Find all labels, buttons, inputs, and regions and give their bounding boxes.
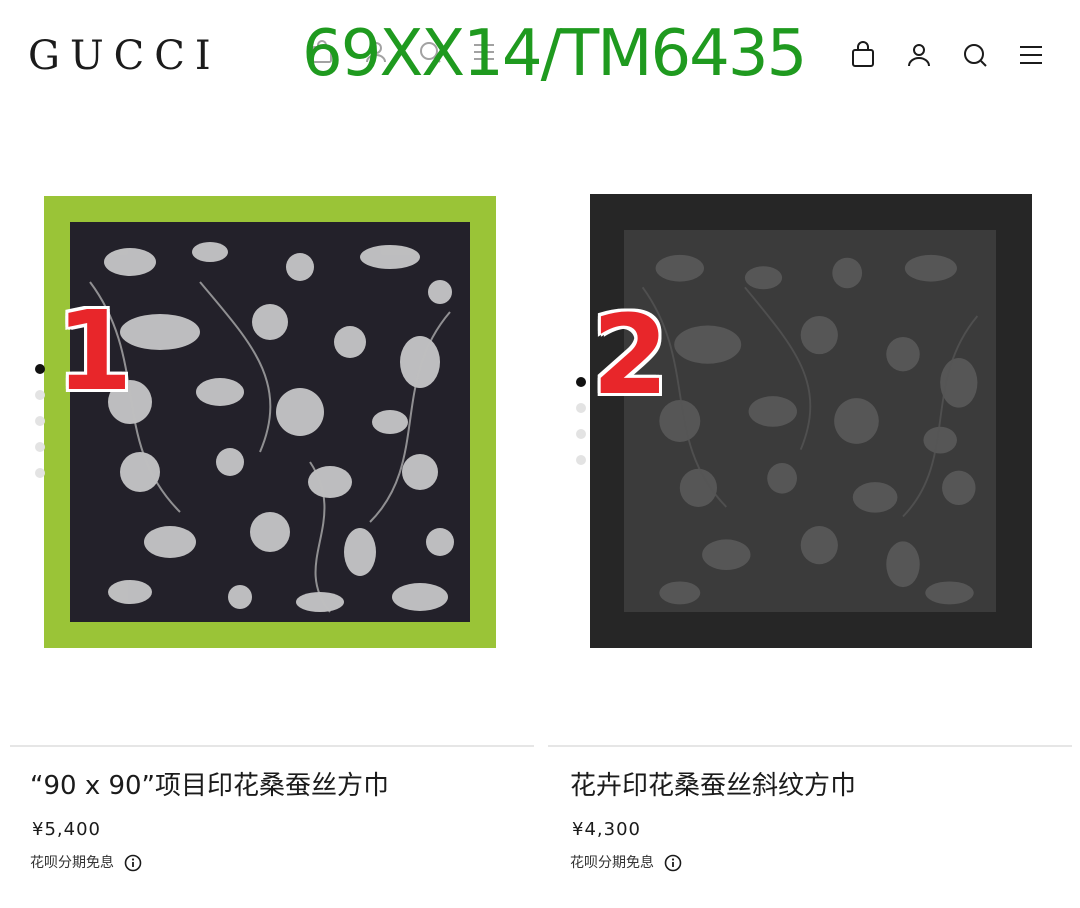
product-number-badge: 1 [56,287,133,415]
gucci-logo[interactable]: GUCCI [28,32,221,80]
watermark-text: 69XX14/TM6435 [302,17,807,91]
carousel-dot[interactable] [35,468,45,478]
installment-label: 花呗分期免息 [30,855,114,871]
scarf-grey-field [624,230,996,612]
carousel-dot[interactable] [35,390,45,400]
info-icon[interactable] [664,854,682,872]
carousel-dots [576,377,586,465]
product-price: ¥4,300 [572,819,641,840]
carousel-dot[interactable] [576,429,586,439]
header-actions [848,38,1046,72]
installment-info: 花呗分期免息 [30,852,142,874]
card-divider [10,745,534,747]
carousel-dot[interactable] [576,455,586,465]
user-icon[interactable] [904,38,934,72]
product-name[interactable]: “90 x 90”项目印花桑蚕丝方巾 [30,768,389,804]
product-image-floral-scarf-black[interactable] [590,194,1032,648]
carousel-dot[interactable] [576,403,586,413]
installment-info: 花呗分期免息 [570,852,682,874]
carousel-dot[interactable] [35,416,45,426]
carousel-dot-active[interactable] [35,364,45,374]
card-divider [548,745,1072,747]
carousel-dot[interactable] [35,442,45,452]
product-price: ¥5,400 [32,819,101,840]
carousel-dot-active[interactable] [576,377,586,387]
floral-pattern [89,242,454,613]
product-number-badge: 2 [592,291,669,419]
scarf-dark-field [70,222,470,622]
product-image-floral-scarf-green[interactable] [44,196,496,648]
info-icon[interactable] [124,854,142,872]
product-name[interactable]: 花卉印花桑蚕丝斜纹方巾 [570,768,856,804]
search-icon[interactable] [960,38,990,72]
floral-pattern [641,254,979,605]
installment-label: 花呗分期免息 [570,855,654,871]
shopping-bag-icon[interactable] [848,38,878,72]
carousel-dots [35,364,45,478]
menu-icon[interactable] [1016,38,1046,72]
